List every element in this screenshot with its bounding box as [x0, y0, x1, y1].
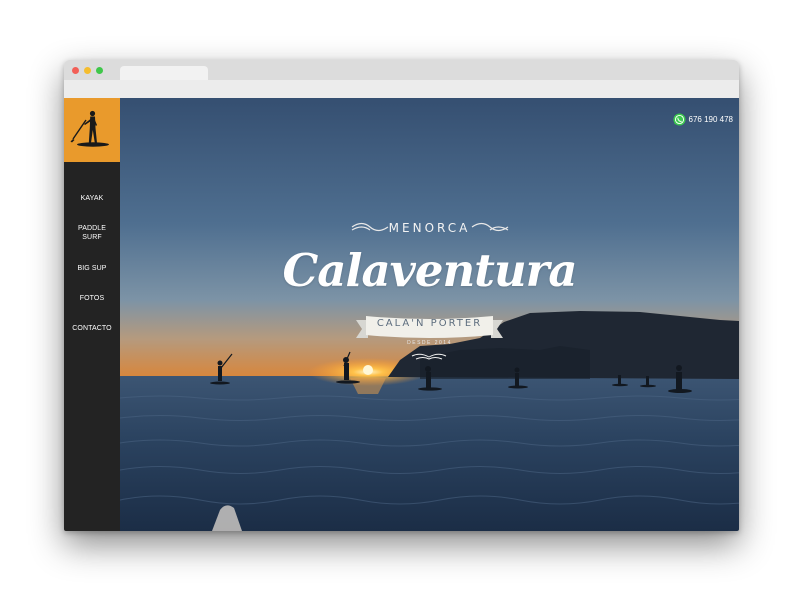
hero-section: 676 190 478 MENORCA Calaventura CALA'N P…: [120, 98, 739, 531]
sunset-sea-photo: [120, 98, 739, 531]
minimize-window-button[interactable]: [84, 67, 91, 74]
site-logo[interactable]: [64, 98, 120, 162]
page-viewport: KAYAK PADDLE SURF BIG SUP FOTOS CONTACTO: [64, 98, 739, 531]
nav-item-kayak[interactable]: KAYAK: [64, 194, 120, 203]
phone-number[interactable]: 676 190 478: [689, 115, 734, 125]
whatsapp-icon: [672, 113, 686, 126]
browser-titlebar: [64, 60, 739, 80]
nav-item-big-sup[interactable]: BIG SUP: [64, 264, 120, 273]
close-window-button[interactable]: [72, 67, 79, 74]
paddle-surfer-icon: [70, 110, 109, 147]
nav-item-fotos[interactable]: FOTOS: [64, 294, 120, 303]
browser-toolbar: [64, 80, 739, 99]
phone-contact[interactable]: 676 190 478: [672, 113, 734, 126]
sidebar: KAYAK PADDLE SURF BIG SUP FOTOS CONTACTO: [64, 98, 120, 531]
nav-item-paddle-surf[interactable]: PADDLE SURF: [72, 224, 112, 242]
zoom-window-button[interactable]: [96, 67, 103, 74]
browser-tab[interactable]: [120, 66, 208, 80]
nav-item-contacto[interactable]: CONTACTO: [64, 324, 120, 333]
browser-window: KAYAK PADDLE SURF BIG SUP FOTOS CONTACTO: [64, 60, 739, 531]
